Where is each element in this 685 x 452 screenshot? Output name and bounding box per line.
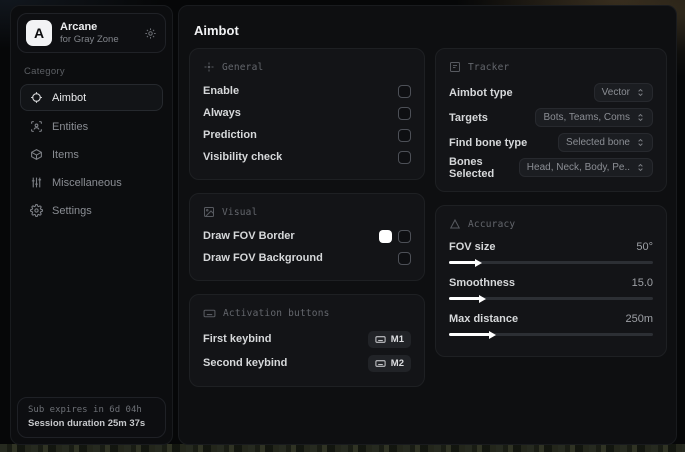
fov-size-value: 50° xyxy=(636,240,653,253)
chevrons-up-down-icon xyxy=(636,113,645,122)
targets-select[interactable]: Bots, Teams, Coms xyxy=(535,108,653,127)
sliders-icon xyxy=(30,176,43,189)
setting-row-always: Always xyxy=(203,102,411,124)
section-title: Visual xyxy=(222,206,258,218)
setting-row-prediction: Prediction xyxy=(203,124,411,146)
gear-icon xyxy=(30,204,43,217)
sidebar-item-label: Miscellaneous xyxy=(52,176,122,189)
fov-border-checkbox[interactable] xyxy=(398,229,411,243)
sidebar-item-aimbot[interactable]: Aimbot xyxy=(20,84,163,111)
sidebar-item-settings[interactable]: Settings xyxy=(20,198,163,223)
chevrons-up-down-icon xyxy=(636,138,645,147)
sidebar-item-miscellaneous[interactable]: Miscellaneous xyxy=(20,170,163,195)
setting-row-targets: Targets Bots, Teams, Coms xyxy=(449,105,653,130)
visual-card: Visual Draw FOV Border Draw FOV Backgrou… xyxy=(189,193,425,281)
always-checkbox[interactable] xyxy=(398,106,411,120)
slider-group-fov-size: FOV size 50° xyxy=(449,237,653,267)
person-scan-icon xyxy=(30,120,43,133)
sidebar-item-label: Aimbot xyxy=(52,91,87,104)
category-label: Category xyxy=(24,66,65,77)
setting-row-second-keybind: Second keybind M2 xyxy=(203,351,411,375)
desktop: A Arcane for Gray Zone Category Aimbot E… xyxy=(0,0,685,452)
setting-row-enable: Enable xyxy=(203,80,411,102)
general-card: General Enable Always Prediction Visibil… xyxy=(189,48,425,180)
sidebar: A Arcane for Gray Zone Category Aimbot E… xyxy=(10,5,173,445)
activation-card: Activation buttons First keybind M1 Seco… xyxy=(189,294,425,387)
setting-row-find-bone-type: Find bone type Selected bone xyxy=(449,130,653,155)
sidebar-nav: Aimbot Entities Items Miscellaneous Sett… xyxy=(11,84,172,223)
subscription-info: Sub expires in 6d 04h Session duration 2… xyxy=(17,397,166,438)
header-gear-icon[interactable] xyxy=(144,27,157,40)
accuracy-card: Accuracy FOV size 50° Smoothness 15.0 Ma… xyxy=(435,205,667,357)
aimbot-type-select[interactable]: Vector xyxy=(593,83,653,102)
desktop-wallpaper-grass xyxy=(0,444,685,452)
sidebar-item-items[interactable]: Items xyxy=(20,142,163,167)
tracker-card: Tracker Aimbot type Vector Targets Bots,… xyxy=(435,48,667,192)
section-title: Activation buttons xyxy=(223,308,330,319)
slider-thumb[interactable] xyxy=(488,330,496,339)
max-distance-value: 250m xyxy=(625,312,653,325)
slider-thumb[interactable] xyxy=(478,294,486,303)
sidebar-item-entities[interactable]: Entities xyxy=(20,114,163,139)
sub-expires-text: Sub expires in 6d 04h xyxy=(28,405,142,415)
setting-row-first-keybind: First keybind M1 xyxy=(203,327,411,351)
fov-border-color-swatch[interactable] xyxy=(379,229,392,243)
crosshair-dotted-icon xyxy=(203,61,215,73)
fov-size-slider[interactable] xyxy=(449,258,653,267)
chevrons-up-down-icon xyxy=(636,88,645,97)
setting-row-fov-background: Draw FOV Background xyxy=(203,247,411,269)
main-panel: Aimbot General Enable Always Prediction … xyxy=(178,5,677,445)
sidebar-item-label: Settings xyxy=(52,204,92,217)
setting-row-aimbot-type: Aimbot type Vector xyxy=(449,80,653,105)
find-bone-type-select[interactable]: Selected bone xyxy=(558,133,653,152)
prediction-checkbox[interactable] xyxy=(398,128,411,142)
smoothness-slider[interactable] xyxy=(449,294,653,303)
slider-thumb[interactable] xyxy=(474,258,482,267)
keyboard-icon xyxy=(375,334,386,345)
app-logo: A xyxy=(26,20,52,46)
app-header: A Arcane for Gray Zone xyxy=(17,13,166,53)
keyboard-icon xyxy=(375,358,386,369)
section-title: General xyxy=(222,61,264,73)
slider-group-smoothness: Smoothness 15.0 xyxy=(449,273,653,303)
sidebar-item-label: Items xyxy=(52,148,79,161)
package-icon xyxy=(30,148,43,161)
max-distance-slider[interactable] xyxy=(449,330,653,339)
visibility-check-checkbox[interactable] xyxy=(398,150,411,164)
page-title: Aimbot xyxy=(194,23,239,38)
app-name: Arcane xyxy=(60,21,98,33)
bones-selected-select[interactable]: Head, Neck, Body, Pe.. xyxy=(518,158,653,177)
section-title: Accuracy xyxy=(468,218,516,230)
setting-row-visibility-check: Visibility check xyxy=(203,146,411,168)
slider-group-max-distance: Max distance 250m xyxy=(449,309,653,339)
session-duration-text: Session duration 25m 37s xyxy=(28,418,146,429)
triangle-icon xyxy=(449,218,461,230)
setting-row-fov-border: Draw FOV Border xyxy=(203,225,411,247)
smoothness-value: 15.0 xyxy=(631,276,653,289)
section-title: Tracker xyxy=(468,61,510,73)
app-subtitle: for Gray Zone xyxy=(60,34,119,45)
keyboard-icon xyxy=(203,307,216,320)
enable-checkbox[interactable] xyxy=(398,84,411,98)
sidebar-item-label: Entities xyxy=(52,120,89,133)
crosshair-icon xyxy=(30,91,43,104)
image-icon xyxy=(203,206,215,218)
fov-background-checkbox[interactable] xyxy=(398,251,411,265)
app-title-block: Arcane for Gray Zone xyxy=(60,21,119,45)
second-keybind-button[interactable]: M2 xyxy=(367,354,411,372)
setting-row-bones-selected: Bones Selected Head, Neck, Body, Pe.. xyxy=(449,155,653,180)
first-keybind-button[interactable]: M1 xyxy=(367,330,411,348)
chevrons-up-down-icon xyxy=(636,163,645,172)
tracker-panel-icon xyxy=(449,61,461,73)
